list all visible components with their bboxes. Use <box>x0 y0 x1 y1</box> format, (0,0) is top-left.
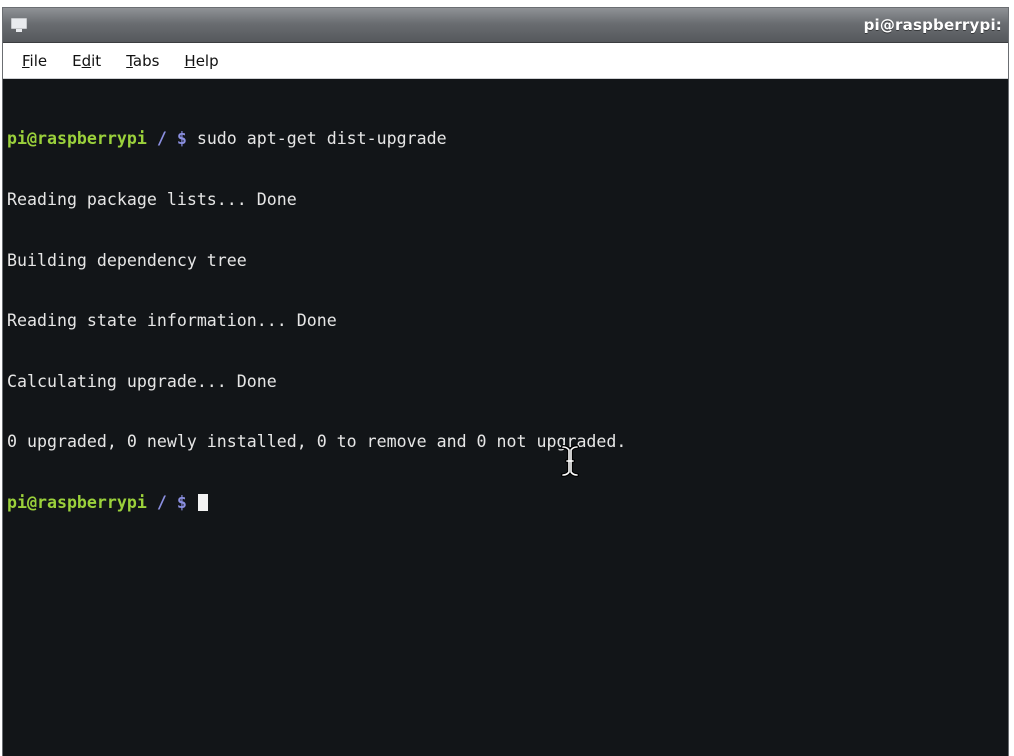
menu-help[interactable]: Help <box>171 48 230 74</box>
prompt-path: / $ <box>146 492 197 512</box>
menu-tabs-mnemonic: T <box>126 51 133 70</box>
prompt-user: pi@raspberrypi <box>7 492 147 512</box>
command-text: sudo apt-get dist-upgrade <box>196 129 447 149</box>
prompt-path: / $ <box>146 129 197 149</box>
window-title: pi@raspberrypi: <box>863 16 1002 34</box>
title-bar[interactable]: pi@raspberrypi: <box>3 8 1008 43</box>
terminal-icon <box>11 18 27 32</box>
menu-edit[interactable]: Edit <box>59 48 113 74</box>
menu-tabs[interactable]: Tabs <box>113 48 171 74</box>
menu-edit-pre: E <box>72 51 82 70</box>
menu-file-mnemonic: F <box>22 51 30 70</box>
i-beam-cursor-icon <box>561 445 579 477</box>
output-line: Reading state information... Done <box>7 311 337 331</box>
menu-tabs-rest: abs <box>132 51 160 70</box>
menu-help-mnemonic: H <box>184 51 196 70</box>
output-line: 0 upgraded, 0 newly installed, 0 to remo… <box>7 432 627 452</box>
menu-file-rest: ile <box>29 51 48 70</box>
menu-edit-rest: it <box>91 51 102 70</box>
menu-bar: File Edit Tabs Help <box>3 43 1008 79</box>
output-line: Calculating upgrade... Done <box>7 371 277 391</box>
menu-edit-mnemonic: d <box>81 51 92 70</box>
output-line: Building dependency tree <box>7 250 247 270</box>
active-prompt-line: pi@raspberrypi / $ <box>7 493 1008 513</box>
output-line: Reading package lists... Done <box>7 190 297 209</box>
menu-help-rest: elp <box>195 51 219 70</box>
command-line: pi@raspberrypi / $ sudo apt-get dist-upg… <box>7 129 1008 149</box>
menu-file[interactable]: File <box>9 48 59 74</box>
prompt-user: pi@raspberrypi <box>7 129 147 149</box>
text-cursor <box>197 493 208 511</box>
terminal-area[interactable]: pi@raspberrypi / $ sudo apt-get dist-upg… <box>3 80 1008 756</box>
terminal-window: pi@raspberrypi: File Edit Tabs Help pi@r… <box>3 8 1008 756</box>
